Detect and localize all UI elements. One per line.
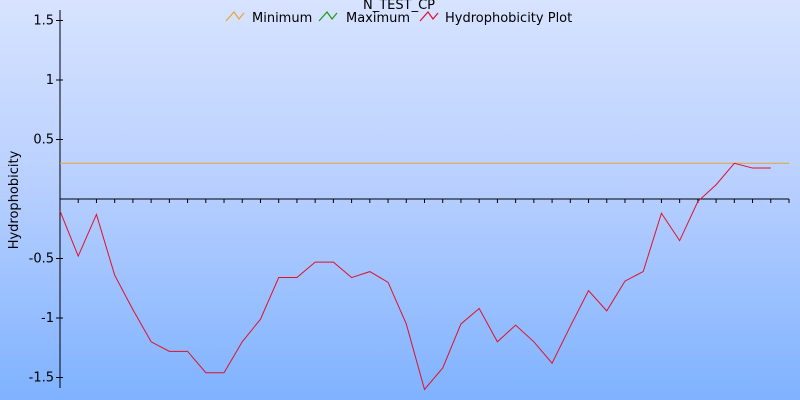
legend-line-icon	[419, 11, 439, 22]
legend-label: Minimum	[252, 11, 312, 26]
legend-line-icon	[318, 11, 338, 22]
y-tick-label: 0.5	[33, 133, 54, 148]
y-axis-label: Hydrophobicity	[7, 150, 22, 249]
legend-label: Hydrophobicity Plot	[445, 11, 572, 26]
hydrophobicity-chart: N_TEST_CP Minimum Maximum Hydrophobicity P…	[0, 0, 800, 400]
legend-item-maximum: Maximum	[318, 11, 410, 26]
legend: Minimum Maximum Hydrophobicity Plot	[225, 11, 572, 26]
y-tick-label: -1.5	[29, 371, 54, 386]
chart-canvas: N_TEST_CP Minimum Maximum Hydrophobicity P…	[7, 0, 790, 391]
legend-item-hydrophobicity-plot: Hydrophobicity Plot	[419, 11, 572, 26]
series-layer	[59, 162, 789, 391]
y-tick-label: 1.5	[33, 14, 54, 29]
legend-label: Maximum	[346, 11, 410, 26]
series-line-hydrophobicity-plot	[59, 162, 771, 391]
legend-item-minimum: Minimum	[225, 11, 312, 26]
y-tick-label: 1	[46, 73, 54, 88]
y-axis-label-group: Hydrophobicity	[7, 150, 22, 249]
y-tick-label: -1	[41, 311, 54, 326]
y-tick-label: -0.5	[29, 252, 54, 267]
legend-line-icon	[225, 11, 245, 22]
